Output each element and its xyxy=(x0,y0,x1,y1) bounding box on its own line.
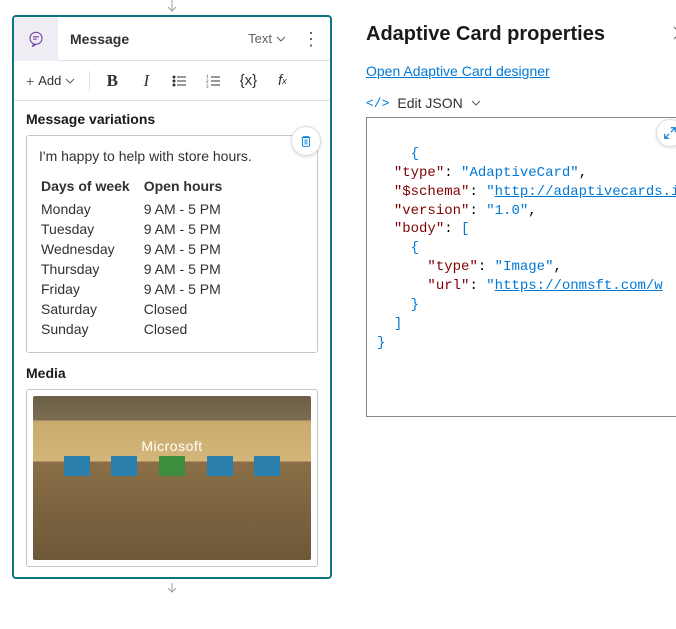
variations-title: Message variations xyxy=(26,111,318,127)
flow-arrow-out xyxy=(0,579,344,595)
table-row: Friday9 AM - 5 PM xyxy=(41,280,234,298)
variation-item[interactable]: I'm happy to help with store hours. Days… xyxy=(26,135,318,353)
media-item[interactable]: Microsoft xyxy=(26,389,318,567)
close-button[interactable] xyxy=(669,20,676,49)
table-row: Thursday9 AM - 5 PM xyxy=(41,260,234,278)
bold-button[interactable]: B xyxy=(96,65,128,97)
message-text: I'm happy to help with store hours. xyxy=(39,148,305,164)
node-header: Message Text ⋮ xyxy=(14,17,330,61)
formatting-toolbar: + Add B I 123 {x} fx xyxy=(14,61,330,101)
svg-text:3: 3 xyxy=(206,85,209,89)
more-menu[interactable]: ⋮ xyxy=(292,30,330,48)
open-designer-link[interactable]: Open Adaptive Card designer xyxy=(366,63,550,79)
json-editor[interactable]: { "type": "AdaptiveCard", "$schema": "ht… xyxy=(366,117,676,417)
chevron-down-icon xyxy=(65,76,75,86)
store-logo-text: Microsoft xyxy=(141,438,202,454)
message-node[interactable]: Message Text ⋮ + Add B I 123 {x} fx xyxy=(12,15,332,579)
edit-json-label: Edit JSON xyxy=(397,95,462,111)
variations-section: Message variations I'm happy to help wit… xyxy=(14,101,330,363)
add-label: Add xyxy=(38,73,61,88)
panel-title: Adaptive Card properties xyxy=(366,23,605,46)
expand-icon xyxy=(663,126,676,140)
message-icon xyxy=(14,17,58,61)
numbered-list-button[interactable]: 123 xyxy=(198,65,230,97)
edit-json-toggle[interactable]: </> Edit JSON xyxy=(366,95,676,111)
mode-label: Text xyxy=(248,31,272,46)
separator xyxy=(89,71,90,91)
mode-dropdown[interactable]: Text xyxy=(248,31,292,46)
flow-arrow-in xyxy=(0,0,344,15)
bullet-list-button[interactable] xyxy=(164,65,196,97)
expand-button[interactable] xyxy=(656,119,676,147)
expression-button[interactable]: fx xyxy=(266,65,298,97)
delete-button[interactable] xyxy=(291,126,321,156)
variable-button[interactable]: {x} xyxy=(232,65,264,97)
col-header-hours: Open hours xyxy=(144,176,235,198)
trash-icon xyxy=(299,134,313,148)
media-section: Media Microsoft xyxy=(14,363,330,577)
add-button[interactable]: + Add xyxy=(18,69,83,93)
node-title: Message xyxy=(58,31,248,47)
code-icon: </> xyxy=(366,96,389,111)
table-row: SundayClosed xyxy=(41,320,234,338)
col-header-day: Days of week xyxy=(41,176,142,198)
plus-icon: + xyxy=(26,73,34,89)
store-image: Microsoft xyxy=(33,396,311,560)
properties-panel: Adaptive Card properties Open Adaptive C… xyxy=(344,0,676,629)
close-icon xyxy=(673,26,676,40)
media-title: Media xyxy=(26,365,318,381)
table-row: SaturdayClosed xyxy=(41,300,234,318)
table-row: Monday9 AM - 5 PM xyxy=(41,200,234,218)
table-row: Wednesday9 AM - 5 PM xyxy=(41,240,234,258)
chevron-down-icon xyxy=(276,34,286,44)
hours-table: Days of week Open hours Monday9 AM - 5 P… xyxy=(39,174,236,340)
table-row: Tuesday9 AM - 5 PM xyxy=(41,220,234,238)
italic-button[interactable]: I xyxy=(130,65,162,97)
chevron-down-icon xyxy=(471,98,481,108)
